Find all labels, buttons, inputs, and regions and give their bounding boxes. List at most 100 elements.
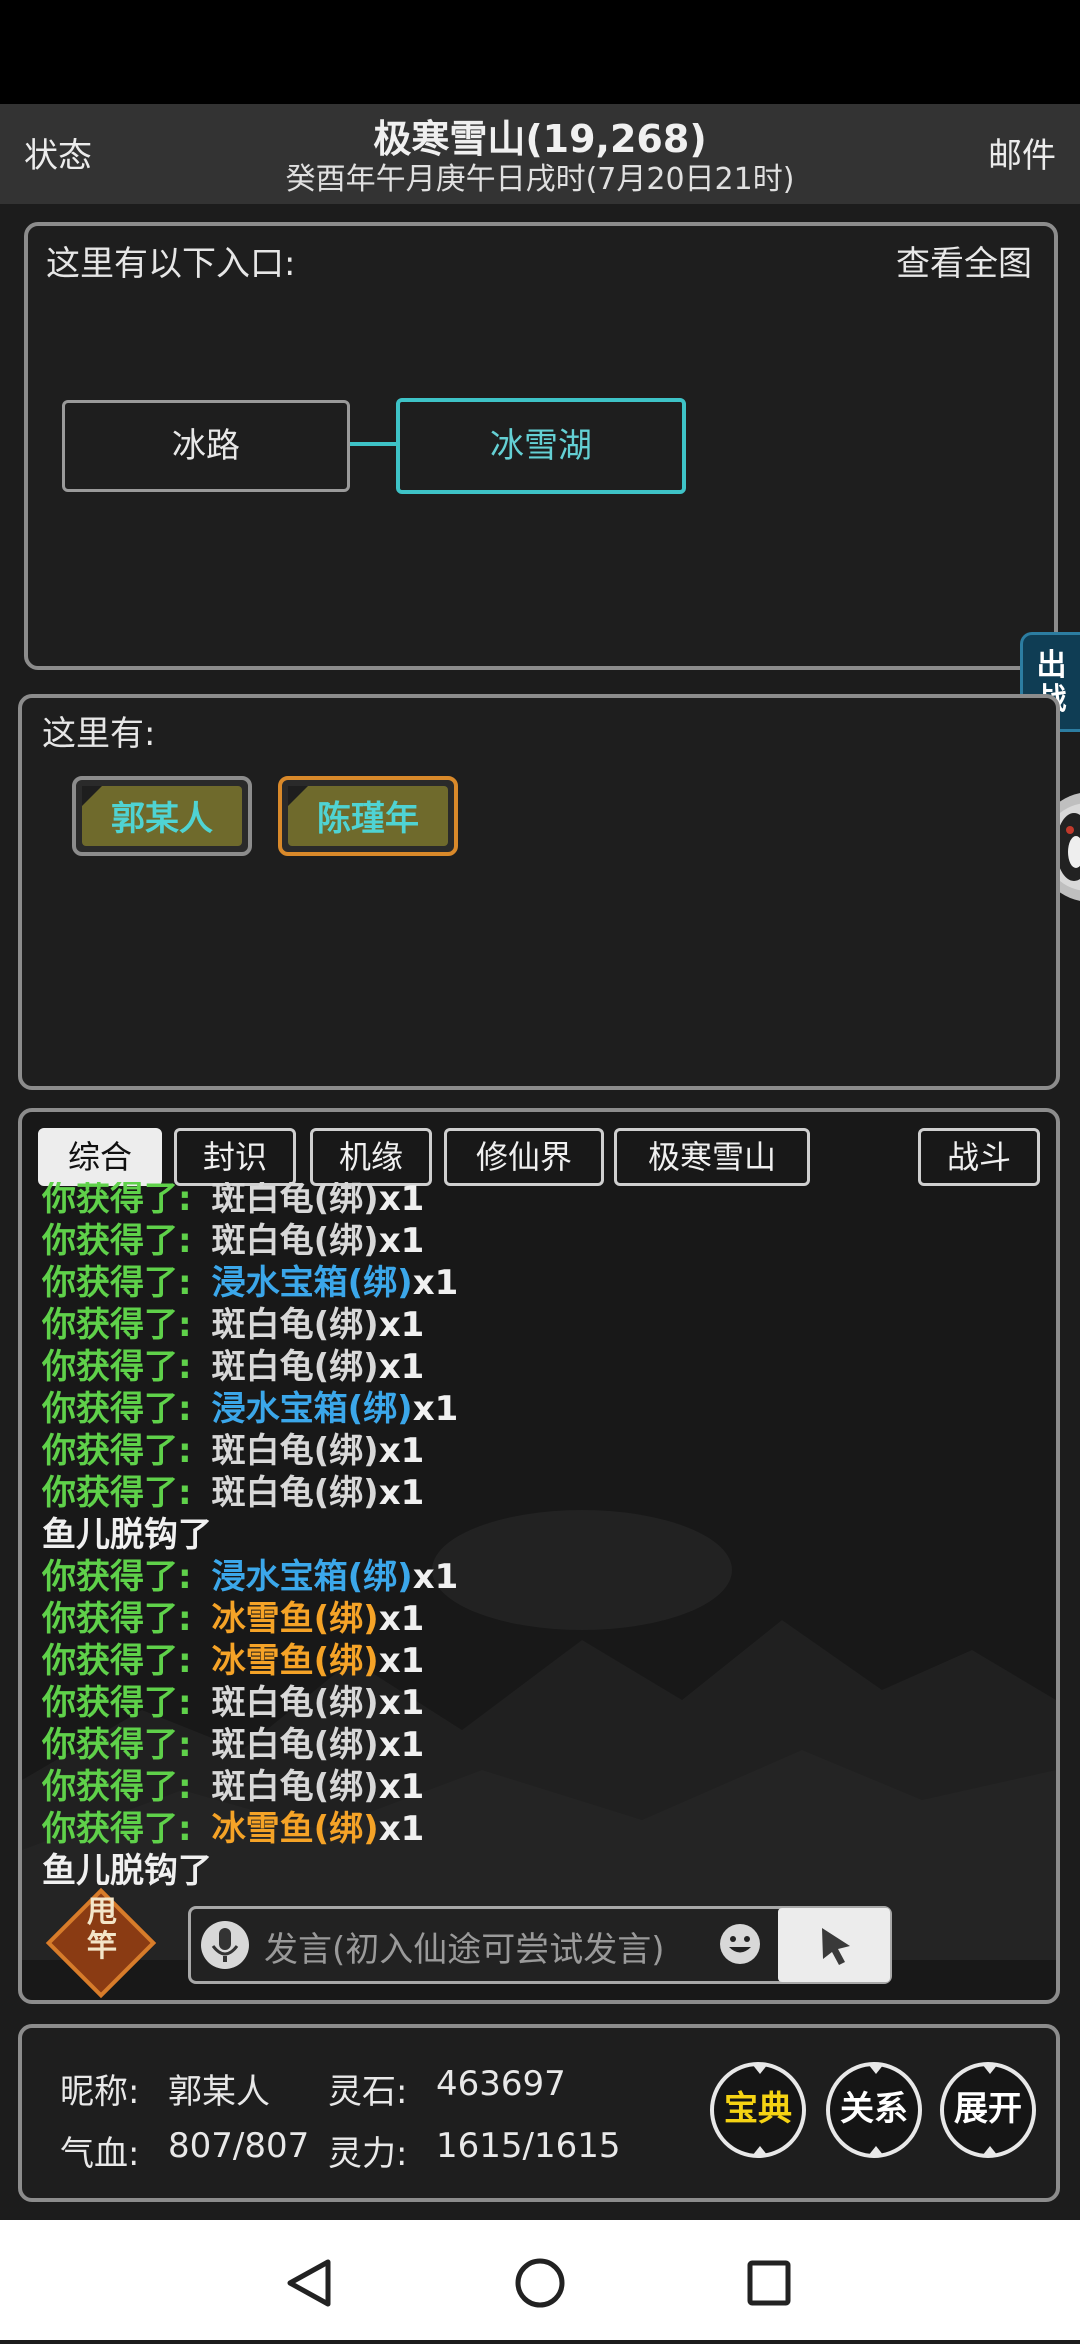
emoji-icon[interactable] <box>718 1922 762 1966</box>
item-quantity: x1 <box>378 1221 425 1261</box>
gain-label: 你获得了: <box>42 1389 192 1429</box>
room-connector <box>350 442 396 446</box>
view-full-map-link[interactable]: 查看全图 <box>896 236 1032 285</box>
item-link[interactable]: 斑白龟(绑) <box>212 1473 379 1513</box>
item-quantity: x1 <box>378 1683 425 1723</box>
item-quantity: x1 <box>378 1767 425 1807</box>
gain-label: 你获得了: <box>42 1725 192 1765</box>
chat-line: 你获得了: 冰雪鱼(绑)x1 <box>42 1640 1032 1682</box>
gain-label: 你获得了: <box>42 1641 192 1681</box>
chat-line: 你获得了: 斑白龟(绑)x1 <box>42 1182 1032 1220</box>
name-value: 郭某人 <box>168 2072 270 2112</box>
item-link[interactable]: 斑白龟(绑) <box>212 1725 379 1765</box>
item-link[interactable]: 浸水宝箱(绑) <box>212 1389 413 1429</box>
tab-battle[interactable]: 战斗 <box>918 1128 1040 1186</box>
mail-button[interactable]: 邮件 <box>988 128 1056 177</box>
item-quantity: x1 <box>378 1725 425 1765</box>
cast-rod-label-bottom: 竿 <box>87 1929 117 1964</box>
spirit-stone-label: 灵石: <box>328 2072 408 2112</box>
tab-fortune[interactable]: 机缘 <box>310 1128 432 1186</box>
system-message: 鱼儿脱钩了 <box>42 1851 212 1891</box>
npc-name: 陈瑾年 <box>288 786 448 846</box>
room-ice-lake[interactable]: 冰雪湖 <box>396 398 686 494</box>
cast-rod-label-top: 甩 <box>87 1895 117 1930</box>
expand-button[interactable]: 展开 <box>940 2062 1036 2158</box>
item-link[interactable]: 斑白龟(绑) <box>212 1182 379 1219</box>
gain-label: 你获得了: <box>42 1683 192 1723</box>
item-link[interactable]: 浸水宝箱(绑) <box>212 1263 413 1303</box>
hp-value: 807/807 <box>168 2126 310 2166</box>
relations-button[interactable]: 关系 <box>826 2062 922 2158</box>
chat-line: 你获得了: 斑白龟(绑)x1 <box>42 1346 1032 1388</box>
battle-tab-label-top: 出 <box>1036 648 1067 683</box>
gain-label: 你获得了: <box>42 1431 192 1471</box>
here-panel <box>18 694 1060 1090</box>
mp-value: 1615/1615 <box>436 2126 621 2166</box>
recents-icon[interactable] <box>747 2260 791 2306</box>
chat-line: 你获得了: 斑白龟(绑)x1 <box>42 1220 1032 1262</box>
chat-input-placeholder[interactable]: 发言(初入仙途可尝试发言) <box>264 1922 665 1971</box>
gain-label: 你获得了: <box>42 1557 192 1597</box>
npc-button-chen[interactable]: 陈瑾年 <box>278 776 458 856</box>
gain-label: 你获得了: <box>42 1473 192 1513</box>
item-quantity: x1 <box>378 1809 425 1849</box>
item-quantity: x1 <box>378 1473 425 1513</box>
item-link[interactable]: 浸水宝箱(绑) <box>212 1557 413 1597</box>
chat-line: 你获得了: 斑白龟(绑)x1 <box>42 1724 1032 1766</box>
send-button[interactable] <box>778 1908 890 1982</box>
gain-label: 你获得了: <box>42 1263 192 1303</box>
chat-log[interactable]: 你获得了: 斑白龟(绑)x1 你获得了: 斑白龟(绑)x1 你获得了: 浸水宝箱(绑)x1… <box>42 1182 1032 1892</box>
item-quantity: x1 <box>378 1305 425 1345</box>
item-link[interactable]: 斑白龟(绑) <box>212 1347 379 1387</box>
tab-seal[interactable]: 封识 <box>174 1128 296 1186</box>
here-title: 这里有: <box>42 714 156 754</box>
item-quantity: x1 <box>378 1347 425 1387</box>
npc-button-guo[interactable]: 郭某人 <box>72 776 252 856</box>
item-link[interactable]: 斑白龟(绑) <box>212 1305 379 1345</box>
tab-local[interactable]: 极寒雪山 <box>614 1128 810 1186</box>
codex-button[interactable]: 宝典 <box>710 2062 806 2158</box>
item-link[interactable]: 斑白龟(绑) <box>212 1221 379 1261</box>
chat-line: 你获得了: 斑白龟(绑)x1 <box>42 1682 1032 1724</box>
item-link[interactable]: 冰雪鱼(绑) <box>212 1599 379 1639</box>
chat-line: 你获得了: 冰雪鱼(绑)x1 <box>42 1598 1032 1640</box>
item-quantity: x1 <box>412 1389 459 1429</box>
hp-label: 气血: <box>60 2134 140 2174</box>
item-link[interactable]: 斑白龟(绑) <box>212 1431 379 1471</box>
microphone-icon[interactable] <box>200 1918 250 1972</box>
item-quantity: x1 <box>378 1599 425 1639</box>
system-message: 鱼儿脱钩了 <box>42 1515 212 1555</box>
gain-label: 你获得了: <box>42 1305 192 1345</box>
chat-line: 鱼儿脱钩了 <box>42 1850 1032 1892</box>
chat-line: 你获得了: 斑白龟(绑)x1 <box>42 1430 1032 1472</box>
cursor-icon <box>822 1928 850 1965</box>
system-status-bar <box>0 0 1080 104</box>
cast-rod-button[interactable]: 甩 竿 <box>64 1896 140 1964</box>
item-quantity: x1 <box>378 1641 425 1681</box>
tab-general[interactable]: 综合 <box>38 1128 162 1186</box>
chat-line: 你获得了: 斑白龟(绑)x1 <box>42 1472 1032 1514</box>
back-icon[interactable] <box>287 2259 331 2307</box>
item-quantity: x1 <box>412 1263 459 1303</box>
tab-cultivation-world[interactable]: 修仙界 <box>444 1128 604 1186</box>
item-quantity: x1 <box>378 1182 425 1219</box>
item-quantity: x1 <box>412 1557 459 1597</box>
gain-label: 你获得了: <box>42 1182 192 1219</box>
mp-label: 灵力: <box>328 2134 408 2174</box>
item-link[interactable]: 冰雪鱼(绑) <box>212 1641 379 1681</box>
gain-label: 你获得了: <box>42 1347 192 1387</box>
android-nav-bar <box>0 2220 1080 2340</box>
item-quantity: x1 <box>378 1431 425 1471</box>
spirit-stone-value: 463697 <box>436 2064 566 2104</box>
chat-line: 你获得了: 冰雪鱼(绑)x1 <box>42 1808 1032 1850</box>
entrances-title: 这里有以下入口: <box>46 244 296 284</box>
chat-line: 你获得了: 浸水宝箱(绑)x1 <box>42 1388 1032 1430</box>
room-ice-road[interactable]: 冰路 <box>62 400 350 492</box>
item-link[interactable]: 冰雪鱼(绑) <box>212 1809 379 1849</box>
chat-line: 你获得了: 浸水宝箱(绑)x1 <box>42 1556 1032 1598</box>
name-label: 昵称: <box>60 2072 140 2112</box>
item-link[interactable]: 斑白龟(绑) <box>212 1683 379 1723</box>
home-icon[interactable] <box>515 2258 565 2308</box>
gain-label: 你获得了: <box>42 1221 192 1261</box>
item-link[interactable]: 斑白龟(绑) <box>212 1767 379 1807</box>
